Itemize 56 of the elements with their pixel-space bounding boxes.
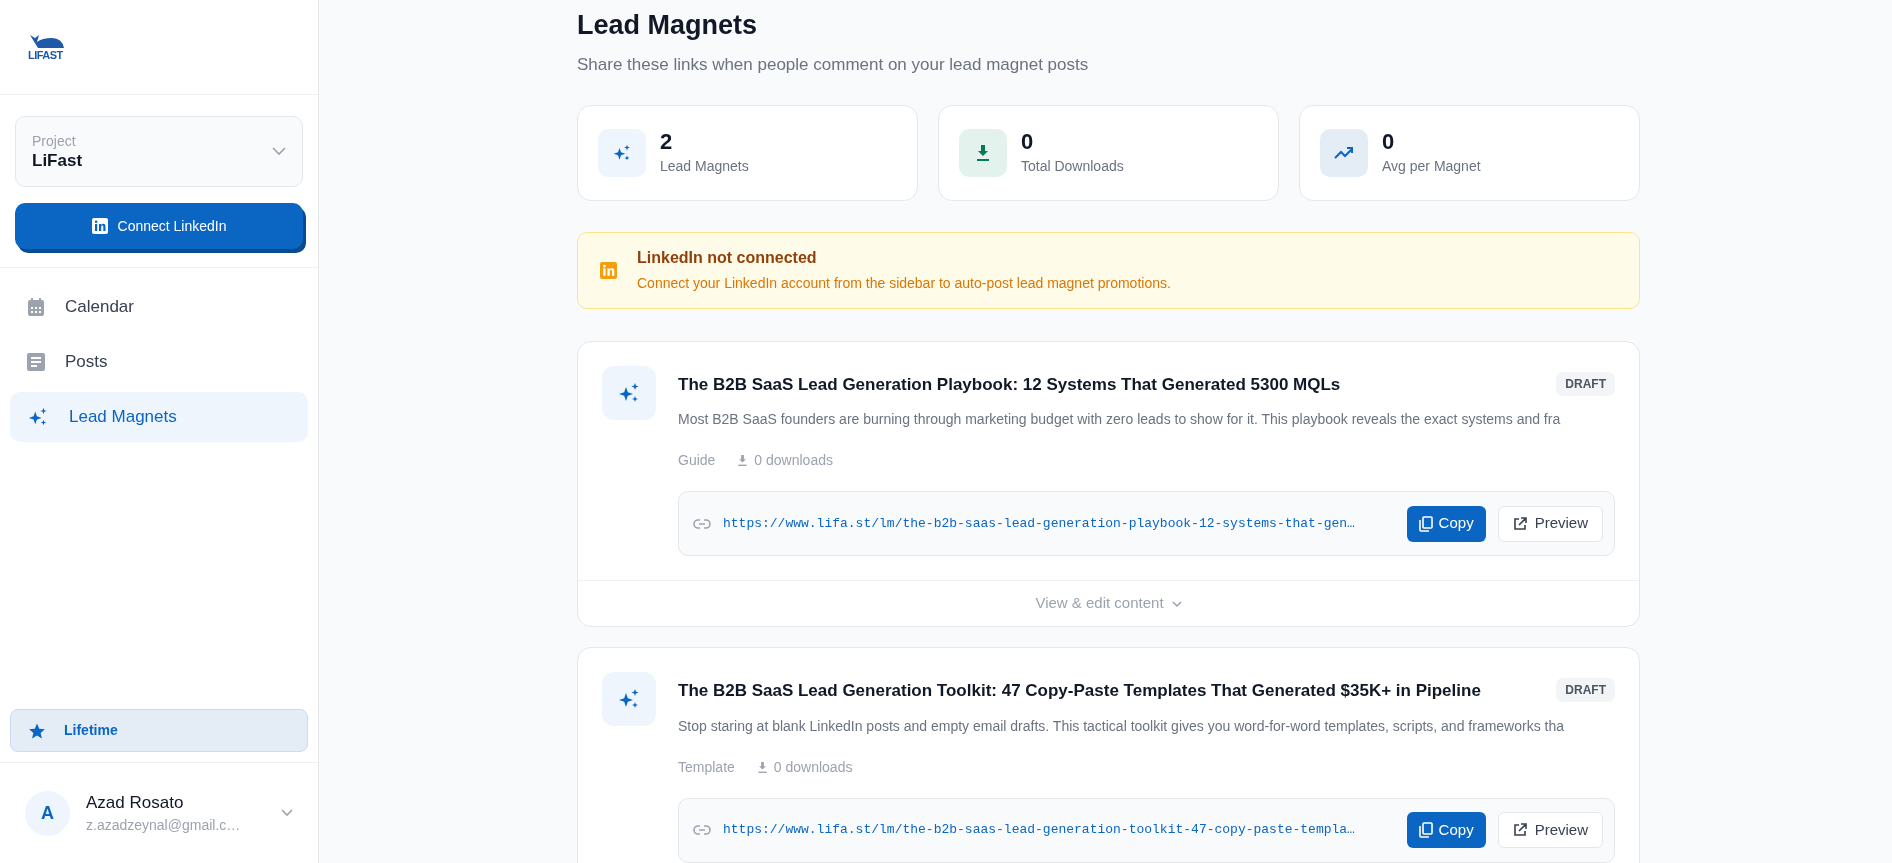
external-link-icon: [1512, 823, 1527, 837]
project-selector[interactable]: Project LiFast: [15, 116, 303, 187]
status-badge: DRAFT: [1556, 371, 1615, 396]
linkedin-icon: [91, 218, 108, 234]
download-count: 0 downloads: [773, 757, 853, 777]
magnet-description: Most B2B SaaS founders are burning through marketing budget with zero leads to show for it. This playbook reveals the exact systems and fra: [678, 410, 1562, 429]
linkedin-icon: [600, 261, 617, 279]
stat-label: Total Downloads: [1021, 157, 1124, 176]
page-title: Lead Magnets: [577, 9, 759, 42]
link-icon: [693, 518, 711, 529]
copy-button[interactable]: Copy: [1406, 505, 1486, 542]
page-subtitle: Share these links when people comment on your lead magnet posts: [577, 54, 1090, 76]
alert-title: LinkedIn not connected: [637, 248, 818, 268]
share-link[interactable]: https://www.lifa.st/lm/the-b2b-saas-lead-generation-playbook-12-systems-that-gen…: [723, 513, 1395, 534]
stat-value: 0: [1021, 128, 1035, 156]
document-icon: [27, 353, 45, 371]
preview-button[interactable]: Preview: [1497, 505, 1603, 542]
project-name: LiFast: [32, 149, 83, 172]
magnet-type: Guide: [678, 451, 716, 470]
chevron-down-icon: [281, 809, 293, 817]
stat-label: Avg per Magnet: [1382, 157, 1481, 176]
project-label: Project: [32, 131, 77, 150]
download-icon: [756, 760, 768, 774]
copy-icon: [1418, 515, 1433, 532]
magnet-description: Stop staring at blank LinkedIn posts and empty email drafts. This tactical toolkit gives you word-for-word templates, scripts, and frameworks tha: [678, 716, 1566, 736]
trending-up-icon: [1334, 145, 1354, 160]
status-badge: DRAFT: [1556, 678, 1615, 702]
download-count: 0 downloads: [754, 451, 833, 470]
stat-value: 2: [660, 128, 674, 156]
magnet-title: The B2B SaaS Lead Generation Playbook: 12 Systems That Generated 5300 MQLs: [678, 373, 1341, 396]
share-link[interactable]: https://www.lifa.st/lm/the-b2b-saas-lead-generation-toolkit-47-copy-paste-templa…: [723, 820, 1395, 840]
logo-text: LIFAST: [28, 49, 63, 61]
preview-button[interactable]: Preview: [1497, 812, 1603, 848]
chevron-down-icon: [272, 147, 286, 156]
magnet-type: Template: [678, 757, 735, 777]
chevron-down-icon: [1171, 600, 1182, 607]
download-icon: [975, 143, 991, 162]
stat-value: 0: [1382, 128, 1396, 156]
user-name: Azad Rosato: [86, 791, 185, 814]
nav-item[interactable]: Posts: [10, 337, 308, 387]
user-menu[interactable]: A Azad Rosato z.azadzeynal@gmail.c…: [0, 763, 318, 863]
nav-item[interactable]: Lead Magnets: [10, 392, 308, 442]
sparkles-icon: [27, 406, 49, 428]
copy-icon: [1418, 822, 1433, 838]
nav-item[interactable]: Calendar: [10, 282, 308, 332]
download-icon: [737, 454, 749, 467]
avatar: A: [25, 790, 70, 836]
calendar-icon: [27, 297, 45, 317]
alert-message: Connect your LinkedIn account from the sidebar to auto-post lead magnet promotions.: [637, 274, 1171, 293]
user-email: z.azadzeynal@gmail.c…: [86, 816, 242, 836]
copy-button[interactable]: Copy: [1406, 812, 1486, 848]
external-link-icon: [1512, 516, 1527, 531]
magnet-title: The B2B SaaS Lead Generation Toolkit: 47 Copy-Paste Templates That Generated $35K+ in Pipeline: [678, 680, 1481, 702]
stat-label: Lead Magnets: [660, 157, 749, 176]
link-icon: [693, 825, 711, 835]
plan-label: Lifetime: [64, 721, 118, 740]
